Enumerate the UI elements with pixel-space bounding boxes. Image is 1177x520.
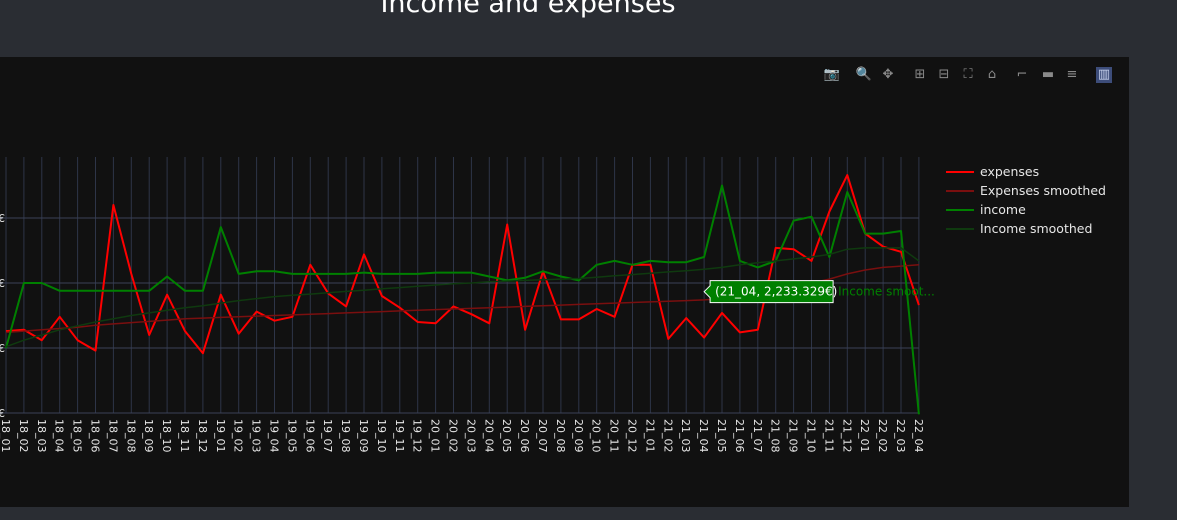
- x-tick-label: 20_01: [429, 419, 442, 453]
- x-tick-label: 20_03: [464, 419, 477, 453]
- x-tick-label: 22_01: [858, 419, 871, 453]
- plotly-logo-icon[interactable]: ▥: [1096, 67, 1112, 83]
- x-tick-label: 21_06: [733, 419, 746, 453]
- legend-item[interactable]: expenses: [946, 164, 1039, 179]
- x-tick-label: 18_11: [178, 419, 191, 453]
- x-tick-label: 20_12: [626, 419, 639, 453]
- hover-compare-icon[interactable]: ≡: [1064, 67, 1080, 83]
- x-tick-label: 22_04: [912, 419, 925, 453]
- y-tick-label: 1,800€: [0, 342, 5, 355]
- x-tick-label: 20_04: [482, 419, 495, 453]
- legend[interactable]: expenses Expenses smoothed income Income sm…: [946, 164, 1106, 236]
- x-tick-label: 19_08: [339, 419, 352, 453]
- x-tick-label: 21_07: [751, 419, 764, 453]
- chart-panel[interactable]: 1,300€1,800€2,300€2,800€ 18_0118_0218_03…: [0, 57, 1129, 507]
- x-tick-label: 21_08: [769, 419, 782, 453]
- zoom-out-icon[interactable]: ⊟: [936, 67, 952, 83]
- x-tick-label: 18_07: [106, 419, 119, 453]
- hover-tooltip: (21_04, 2,233.329€) Income smoot...: [703, 280, 935, 304]
- x-tick-label: 21_10: [805, 419, 818, 453]
- x-tick-layer: 18_01 18_02 18_03 18_04 18_05 18_06 18_07 18_08…: [0, 419, 925, 453]
- x-tick-label: 20_06: [518, 419, 531, 453]
- spike-lines-icon[interactable]: ⌐: [1014, 67, 1030, 83]
- x-tick-label: 18_02: [17, 419, 30, 453]
- x-tick-label: 20_08: [554, 419, 567, 453]
- x-tick-label: 20_05: [500, 419, 513, 453]
- x-tick-label: 18_06: [89, 419, 102, 453]
- x-tick-label: 21_05: [715, 419, 728, 453]
- legend-label: income: [980, 202, 1026, 217]
- x-tick-label: 19_10: [375, 419, 388, 453]
- x-tick-label: 19_09: [357, 419, 370, 453]
- x-tick-label: 22_03: [894, 419, 907, 453]
- legend-item[interactable]: Income smoothed: [946, 221, 1092, 236]
- x-tick-label: 21_09: [787, 419, 800, 453]
- x-tick-label: 19_04: [268, 419, 281, 453]
- x-tick-label: 21_03: [679, 419, 692, 453]
- modebar: 📷 🔍 ✥ ⊞ ⊟ ⛶ ⌂ ⌐ ▬ ≡ ▥: [824, 67, 1124, 83]
- x-tick-label: 20_09: [572, 419, 585, 453]
- autoscale-icon[interactable]: ⛶: [960, 67, 976, 83]
- zoom-icon[interactable]: 🔍: [856, 67, 872, 83]
- x-tick-label: 18_03: [35, 419, 48, 453]
- x-tick-label: 20_02: [447, 419, 460, 453]
- x-tick-label: 18_09: [142, 419, 155, 453]
- x-tick-label: 21_04: [697, 419, 710, 453]
- x-tick-label: 21_12: [840, 419, 853, 453]
- x-tick-label: 19_06: [303, 419, 316, 453]
- x-tick-label: 19_07: [321, 419, 334, 453]
- x-tick-label: 19_05: [285, 419, 298, 453]
- x-tick-label: 21_11: [822, 419, 835, 453]
- x-tick-label: 18_01: [0, 419, 12, 453]
- pan-icon[interactable]: ✥: [880, 67, 896, 83]
- x-tick-label: 18_10: [160, 419, 173, 453]
- home-icon[interactable]: ⌂: [984, 67, 1000, 83]
- x-tick-label: 19_03: [250, 419, 263, 453]
- x-tick-label: 21_02: [661, 419, 674, 453]
- x-tick-label: 20_11: [608, 419, 621, 453]
- y-tick-label: 2,800€: [0, 212, 5, 225]
- tooltip-series-label: Income smoot...: [838, 285, 935, 299]
- legend-item[interactable]: income: [946, 202, 1026, 217]
- legend-label: Income smoothed: [980, 221, 1092, 236]
- x-tick-label: 19_11: [393, 419, 406, 453]
- x-tick-label: 19_12: [411, 419, 424, 453]
- zoom-in-icon[interactable]: ⊞: [912, 67, 928, 83]
- series-line-expenses: [5, 174, 920, 355]
- y-tick-label: 2,300€: [0, 277, 5, 290]
- x-tick-label: 20_07: [536, 419, 549, 453]
- x-tick-label: 20_10: [590, 419, 603, 453]
- legend-item[interactable]: Expenses smoothed: [946, 183, 1106, 198]
- camera-icon[interactable]: 📷: [824, 67, 840, 83]
- chart-svg[interactable]: 1,300€1,800€2,300€2,800€ 18_0118_0218_03…: [0, 57, 1129, 507]
- x-tick-label: 21_01: [643, 419, 656, 453]
- y-tick-layer: 1,300€1,800€2,300€2,800€: [0, 212, 5, 420]
- legend-label: expenses: [980, 164, 1039, 179]
- tooltip-text: (21_04, 2,233.329€): [715, 285, 837, 299]
- x-tick-label: 22_02: [876, 419, 889, 453]
- hover-closest-icon[interactable]: ▬: [1040, 67, 1056, 83]
- x-tick-label: 18_08: [124, 419, 137, 453]
- x-tick-label: 19_02: [232, 419, 245, 453]
- chart-title: Income and expenses: [380, 0, 676, 19]
- legend-label: Expenses smoothed: [980, 183, 1106, 198]
- x-tick-label: 18_12: [196, 419, 209, 453]
- x-tick-label: 19_01: [214, 419, 227, 453]
- x-tick-label: 18_04: [53, 419, 66, 453]
- x-tick-label: 18_05: [71, 419, 84, 453]
